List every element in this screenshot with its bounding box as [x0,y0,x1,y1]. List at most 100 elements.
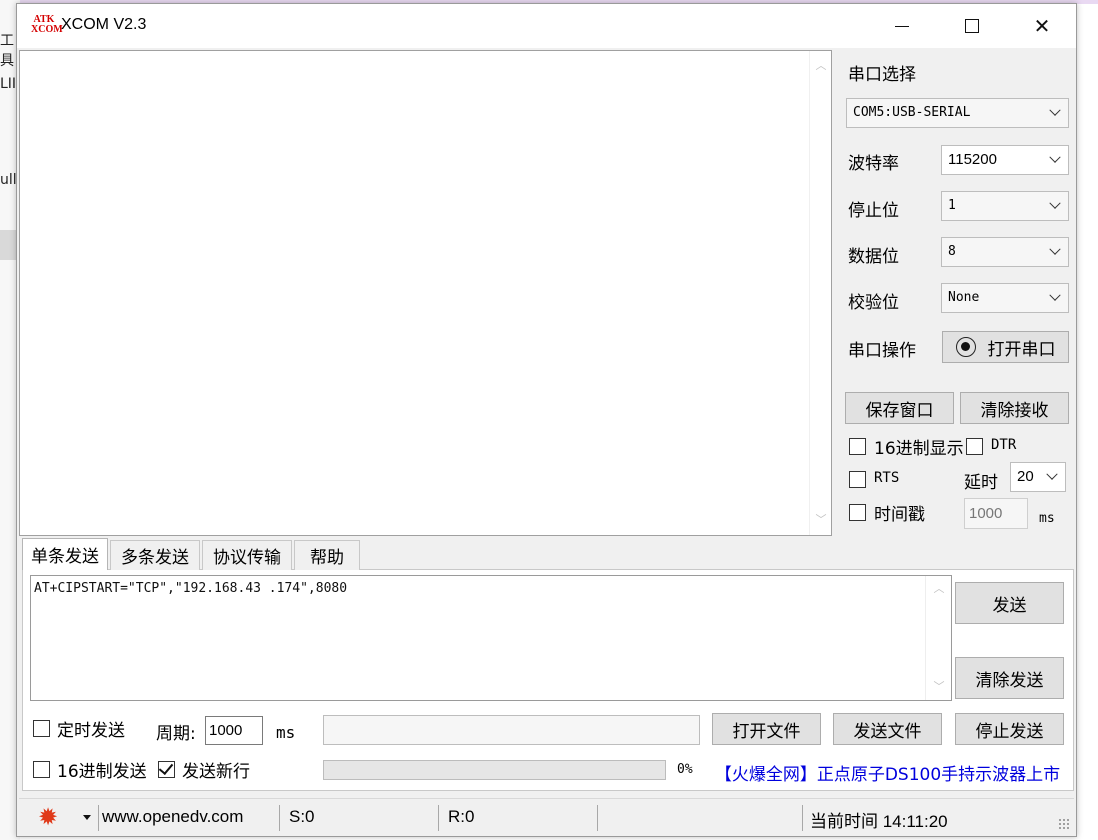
send-progress-bar [323,760,666,780]
period-unit-label: ms [276,723,296,742]
status-separator [597,805,598,831]
open-file-label: 打开文件 [732,721,801,742]
timestamp-interval-value: 1000 [969,505,1003,522]
clear-receive-button[interactable]: 清除接收 [960,392,1069,424]
send-button[interactable]: 发送 [955,582,1064,624]
tab-label: 单条发送 [31,547,99,567]
caret-down-icon[interactable] [83,815,91,820]
scroll-up-icon[interactable]: ︿ [815,60,827,71]
send-newline-label: 发送新行 [182,762,250,782]
send-file-button[interactable]: 发送文件 [833,713,942,745]
dtr-label: DTR [991,437,1017,453]
data-bits-value: 8 [948,244,956,259]
timestamp-label: 时间戳 [874,505,925,525]
timestamp-checkbox[interactable] [849,504,866,521]
resize-grip-icon[interactable] [1058,818,1070,830]
timed-send-checkbox[interactable] [33,720,50,737]
maximize-button[interactable] [937,4,1007,48]
checkmark-icon [158,759,174,776]
status-bar: ✹ www.openedv.com S:0 R:0 当前时间 14:11:20 [19,798,1074,834]
save-window-label: 保存窗口 [865,400,934,421]
promo-text: 【火爆全网】正点原子DS100手持示波器上市 [714,764,1061,785]
background-text: LII [0,76,17,92]
save-window-button[interactable]: 保存窗口 [845,392,954,424]
status-separator [802,805,803,831]
baud-select[interactable]: 115200 [941,145,1069,175]
tab-multi-send[interactable]: 多条发送 [110,540,200,570]
close-button[interactable]: ✕ [1007,4,1077,48]
status-separator [279,805,280,831]
clear-send-label: 清除发送 [975,670,1044,691]
file-path-input[interactable] [323,715,700,745]
send-file-label: 发送文件 [853,721,922,742]
current-time: 当前时间 14:11:20 [810,812,948,831]
data-bits-label: 数据位 [848,247,899,267]
tab-label: 协议传输 [213,548,281,568]
receive-scrollbar[interactable]: ︿ ﹀ [809,51,831,535]
stop-send-label: 停止发送 [975,721,1044,742]
chevron-down-icon [1045,463,1059,491]
tab-label: 帮助 [310,548,344,568]
xcom-window: ATK XCOM XCOM V2.3 ✕ ︿ ﹀ 串口选择 COM5:USB-S… [16,3,1077,837]
scroll-down-icon[interactable]: ﹀ [933,681,945,692]
stop-bits-select[interactable]: 1 [941,191,1069,221]
dtr-checkbox[interactable] [966,438,983,455]
app-logo: ATK XCOM [31,15,63,37]
parity-label: 校验位 [848,293,899,313]
gear-icon[interactable]: ✹ [35,804,61,830]
stop-bits-label: 停止位 [848,201,899,221]
promo-link[interactable]: 【火爆全网】正点原子DS100手持示波器上市 [710,757,1065,787]
tab-help[interactable]: 帮助 [294,540,360,570]
window-title: XCOM V2.3 [61,16,147,33]
rts-checkbox[interactable] [849,471,866,488]
data-bits-select[interactable]: 8 [941,237,1069,267]
period-label: 周期: [156,724,196,744]
timestamp-interval-input[interactable]: 1000 [964,498,1028,529]
chevron-down-icon [1048,238,1062,266]
parity-value: None [948,290,980,305]
rts-label: RTS [874,470,900,486]
received-count: R:0 [448,807,475,826]
hex-send-label: 16进制发送 [57,762,147,782]
chevron-down-icon [1048,192,1062,220]
tab-single-send[interactable]: 单条发送 [22,538,108,570]
maximize-icon [965,19,979,33]
timestamp-ms-label: ms [1039,511,1055,526]
scroll-down-icon[interactable]: ﹀ [815,514,827,525]
send-textarea[interactable]: AT+CIPSTART="TCP","192.168.43 .174",8080… [30,575,952,701]
stop-bits-value: 1 [948,198,956,213]
website-link[interactable]: www.openedv.com [102,807,243,827]
port-op-label: 串口操作 [848,341,916,361]
clear-send-button[interactable]: 清除发送 [955,657,1064,699]
hex-display-checkbox[interactable] [849,438,866,455]
title-bar[interactable]: ATK XCOM XCOM V2.3 ✕ [17,4,1076,48]
parity-select[interactable]: None [941,283,1069,313]
receive-textarea[interactable]: ︿ ﹀ [19,50,832,536]
port-select[interactable]: COM5:USB-SERIAL [846,98,1069,128]
open-port-label: 打开串口 [987,339,1056,360]
chevron-down-icon [1048,146,1062,174]
send-newline-checkbox[interactable] [158,759,175,778]
chevron-down-icon [1048,284,1062,312]
hex-send-checkbox[interactable] [33,761,50,778]
radio-dot-icon [955,337,976,357]
minimize-icon [895,25,909,27]
progress-percent: 0% [677,762,693,777]
status-separator [98,805,99,831]
tab-protocol-transfer[interactable]: 协议传输 [202,540,292,570]
scroll-up-icon[interactable]: ︿ [933,583,945,594]
stop-send-button[interactable]: 停止发送 [955,713,1064,745]
delay-label: 延时 [964,473,998,493]
open-port-button[interactable]: 打开串口 [942,331,1069,363]
clear-receive-label: 清除接收 [980,400,1049,421]
period-input[interactable]: 1000 [205,716,263,745]
baud-label: 波特率 [848,154,899,174]
delay-select[interactable]: 20 [1010,462,1066,492]
timed-send-label: 定时发送 [57,721,125,741]
open-file-button[interactable]: 打开文件 [712,713,821,745]
minimize-button[interactable] [867,4,937,48]
status-separator [438,805,439,831]
baud-select-value: 115200 [948,151,997,168]
send-scrollbar[interactable]: ︿ ﹀ [925,576,951,700]
port-select-value: COM5:USB-SERIAL [853,105,971,120]
